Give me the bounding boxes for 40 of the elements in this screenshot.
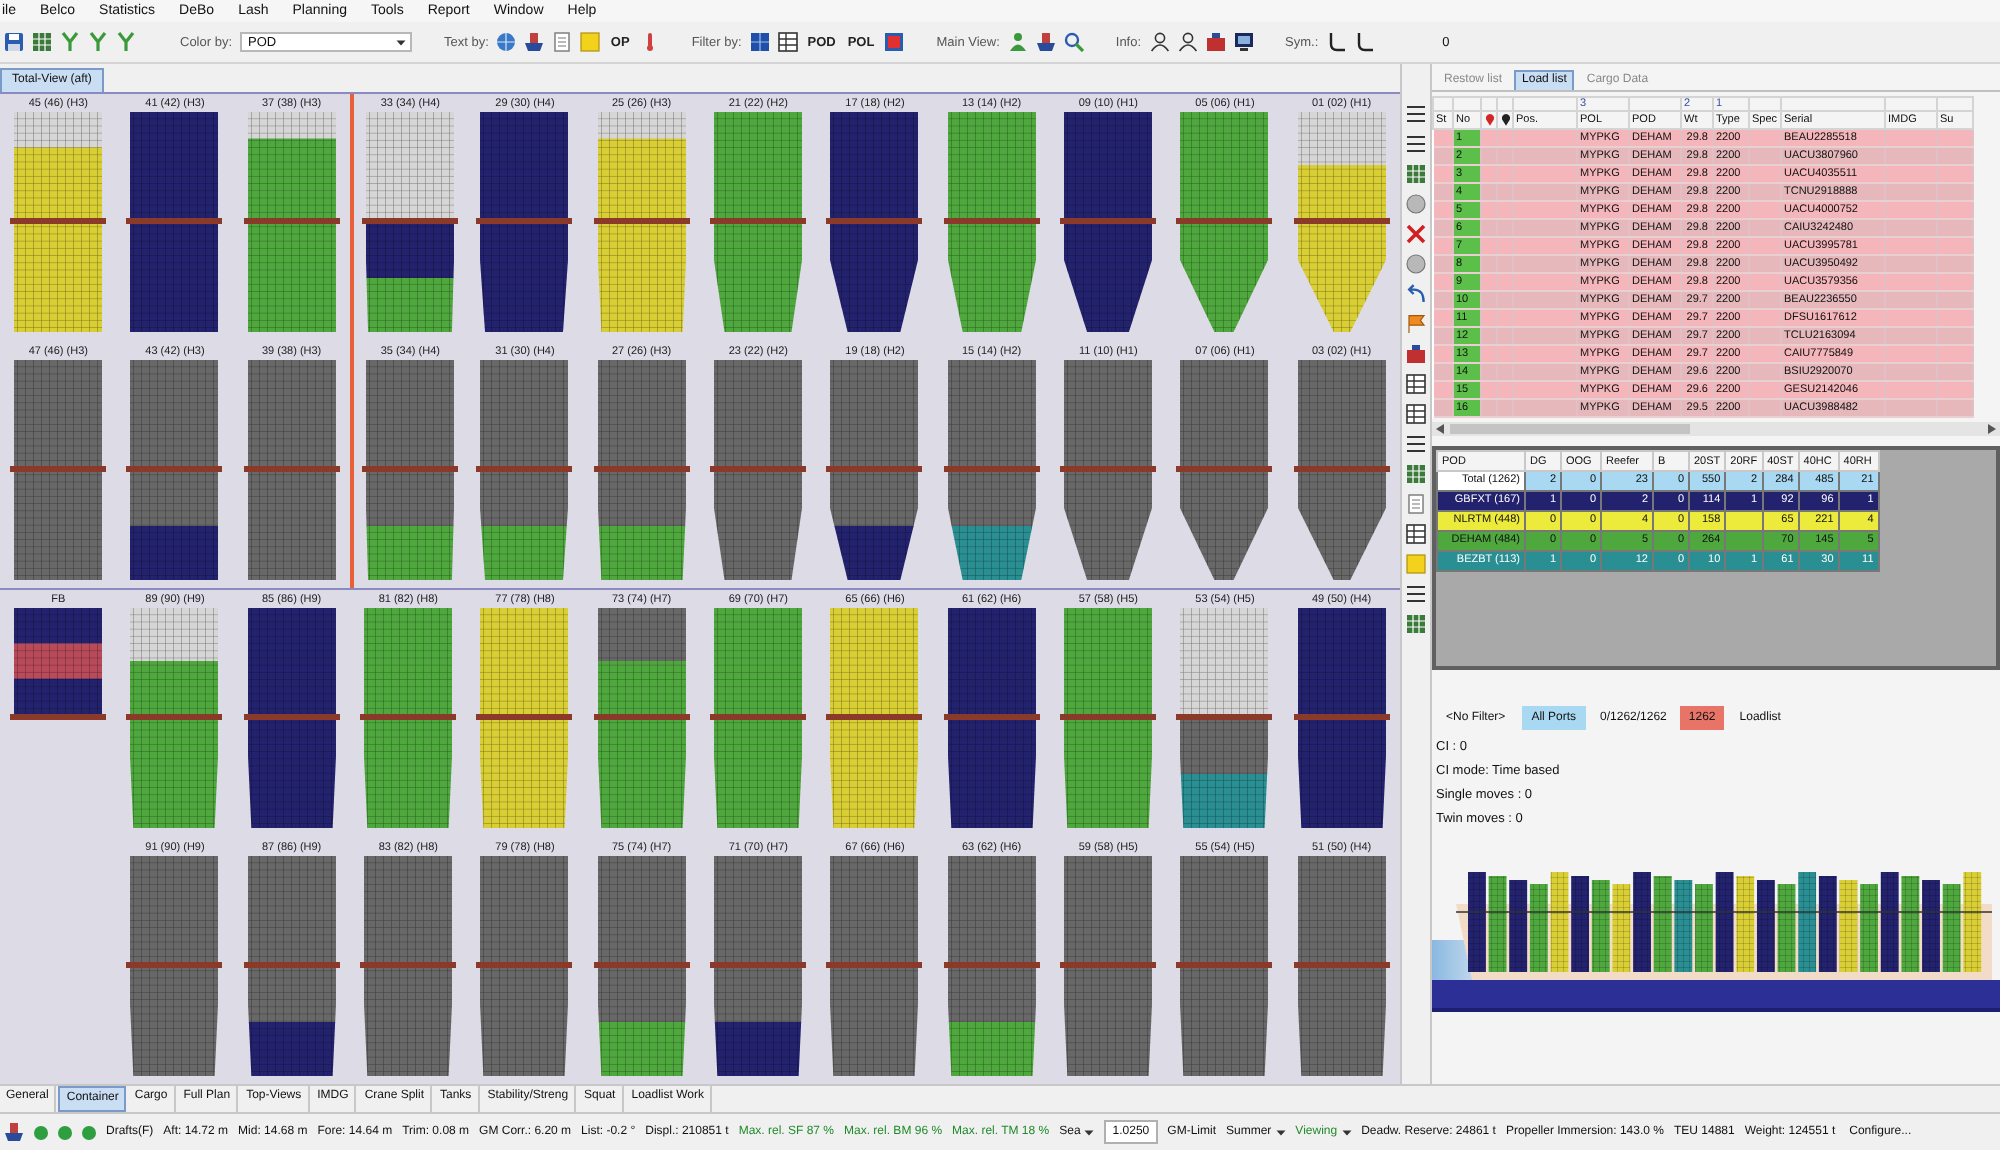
table-icon[interactable] — [1406, 524, 1426, 544]
pin-icon[interactable] — [1500, 114, 1512, 126]
monitor-icon[interactable] — [1233, 32, 1254, 52]
branch-icon[interactable] — [88, 32, 108, 52]
circle-icon[interactable] — [1406, 254, 1426, 274]
caret-icon — [396, 37, 407, 47]
globe-icon[interactable] — [496, 32, 517, 52]
branch-icon[interactable] — [60, 32, 80, 52]
container-icon[interactable] — [1406, 344, 1426, 364]
horizontal-scrollbar[interactable] — [1432, 422, 2000, 436]
ship-icon[interactable] — [524, 32, 545, 52]
ship-icon[interactable] — [1035, 32, 1056, 52]
save-icon[interactable] — [4, 32, 24, 52]
list-icon[interactable] — [1406, 104, 1426, 124]
bay-plan-drawing — [10, 608, 107, 720]
caret-icon — [1084, 1127, 1095, 1137]
circle-icon[interactable] — [1406, 194, 1426, 214]
square-icon[interactable] — [884, 32, 905, 52]
document-icon[interactable] — [1406, 494, 1426, 514]
hook-icon[interactable] — [1354, 32, 1375, 52]
list-icon[interactable] — [1406, 584, 1426, 604]
flag-icon[interactable] — [1406, 314, 1426, 334]
list-icon[interactable] — [1406, 434, 1426, 454]
caret-icon — [1341, 1127, 1352, 1137]
person-icon[interactable] — [1149, 32, 1170, 52]
document-icon[interactable] — [552, 32, 573, 52]
search-icon[interactable] — [1063, 32, 1084, 52]
close-icon[interactable] — [1406, 224, 1426, 244]
grid-icon[interactable] — [749, 32, 770, 52]
hook-icon[interactable] — [1326, 32, 1347, 52]
undo-icon[interactable] — [1406, 284, 1426, 304]
container-icon[interactable] — [1205, 32, 1226, 52]
table-icon[interactable] — [1406, 374, 1426, 394]
branch-icon[interactable] — [116, 32, 136, 52]
table-icon[interactable] — [777, 32, 798, 52]
list-icon[interactable] — [1406, 134, 1426, 154]
person-icon[interactable] — [1177, 32, 1198, 52]
ship-icon[interactable] — [4, 1122, 24, 1142]
table-icon[interactable] — [1406, 404, 1426, 424]
caret-icon — [1275, 1127, 1286, 1137]
